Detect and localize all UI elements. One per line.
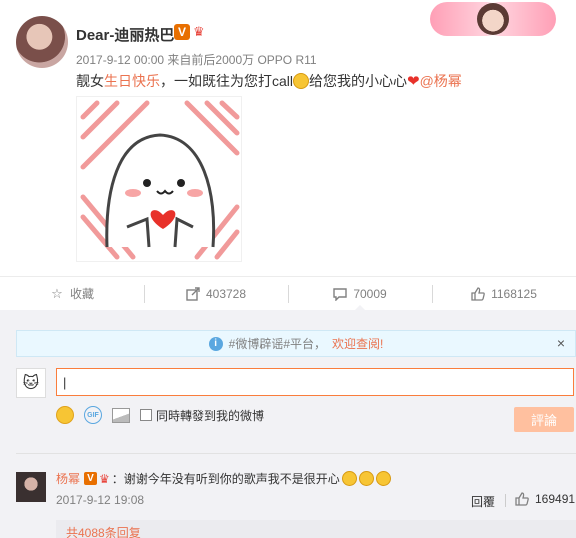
- thumbs-up-icon: [515, 492, 529, 506]
- submit-comment-button[interactable]: 評論: [514, 407, 574, 432]
- vip-crown-icon[interactable]: ♛: [193, 24, 211, 40]
- repost-icon: [186, 286, 200, 301]
- smile-icon[interactable]: [56, 406, 74, 424]
- rumor-notice-bar: i #微博辟谣#平台， 欢迎查阅! ×: [16, 330, 576, 357]
- comment-text: ：谢谢今年没有听到你的歌声我不是很开心: [111, 472, 340, 486]
- reply-button[interactable]: 回覆: [471, 493, 495, 510]
- star-icon: ☆: [51, 285, 63, 301]
- weibo-post: Dear-迪丽热巴 V ♛ 2017-9-12 00:00 来自前后2000万 …: [0, 0, 576, 276]
- repost-label: 同時轉發到我的微博: [156, 408, 265, 423]
- author-badges: V ♛: [174, 23, 211, 41]
- comment-panel: i #微博辟谣#平台， 欢迎查阅! × 🐱 GIF 同時轉發到我的微博 評論 杨…: [0, 310, 576, 538]
- comment-like-button[interactable]: 169491: [515, 492, 575, 506]
- comment-toolbar: GIF 同時轉發到我的微博: [56, 404, 264, 426]
- comment-button[interactable]: 70009: [288, 277, 432, 311]
- post-timestamp[interactable]: 2017-9-12 00:00: [76, 53, 164, 67]
- post-text-prefix: 靓女: [76, 73, 104, 89]
- decorative-card-banner[interactable]: [430, 2, 556, 36]
- author-avatar[interactable]: [16, 16, 68, 68]
- like-button[interactable]: 1168125: [432, 277, 576, 310]
- more-replies-link[interactable]: 共4088条回复: [56, 520, 576, 538]
- post-source[interactable]: 来自前后2000万 OPPO R11: [167, 53, 316, 67]
- like-count: 1168125: [491, 286, 537, 301]
- post-action-bar: ☆ 收藏 403728 70009 1168125: [0, 276, 576, 311]
- smile-emoji-icon: [375, 471, 391, 486]
- comment-divider: [16, 453, 576, 454]
- post-mention[interactable]: @杨幂: [420, 71, 462, 91]
- thumbs-up-icon: [471, 286, 485, 301]
- heart-emoji-icon: ❤: [407, 73, 420, 90]
- close-icon[interactable]: ×: [557, 335, 565, 351]
- notice-link[interactable]: 欢迎查阅!: [332, 335, 383, 352]
- gif-icon[interactable]: GIF: [84, 406, 102, 424]
- post-meta: 2017-9-12 00:00 来自前后2000万 OPPO R11: [76, 51, 317, 68]
- repost-count: 403728: [205, 286, 247, 301]
- dumpling-heart-illustration: [80, 100, 240, 260]
- comment-item: 杨幂 V ♛ ：谢谢今年没有听到你的歌声我不是很开心: [56, 470, 391, 487]
- verified-badge-icon[interactable]: V: [174, 24, 190, 40]
- smile-emoji-icon: [358, 471, 374, 486]
- comment-timestamp: 2017-9-12 19:08: [56, 493, 145, 507]
- comment-input[interactable]: [56, 368, 574, 396]
- current-user-avatar[interactable]: 🐱: [16, 368, 46, 398]
- commenter-crown-icon[interactable]: ♛: [99, 472, 110, 486]
- post-image[interactable]: [76, 96, 242, 262]
- comment-like-count: 169491: [535, 492, 576, 506]
- picture-icon[interactable]: [112, 407, 130, 423]
- smile-emoji-icon: [341, 471, 357, 486]
- post-text: 靓女 生日快乐 ，一如既往为您打call 给您我的小心心 ❤ @杨幂: [76, 71, 462, 91]
- favorite-button[interactable]: ☆ 收藏: [0, 277, 144, 310]
- post-text-middle: ，一如既往为您打call: [160, 73, 294, 89]
- post-text-highlight[interactable]: 生日快乐: [104, 71, 160, 91]
- comment-action-separator: [505, 494, 506, 507]
- commenter-verified-icon[interactable]: V: [84, 472, 98, 485]
- post-text-after-emoji: 给您我的小心心: [309, 73, 408, 89]
- favorite-label: 收藏: [69, 287, 94, 301]
- commenter-name[interactable]: 杨幂: [56, 470, 80, 487]
- notice-text: #微博辟谣#平台，: [228, 337, 326, 351]
- repost-checkbox-row[interactable]: 同時轉發到我的微博: [140, 407, 264, 424]
- decorative-card-face: [477, 3, 509, 35]
- comment-count: 70009: [353, 286, 387, 301]
- kiss-emoji-icon: [293, 73, 310, 89]
- repost-button[interactable]: 403728: [144, 277, 288, 310]
- author-name[interactable]: Dear-迪丽热巴: [76, 24, 174, 45]
- repost-checkbox[interactable]: [140, 409, 152, 421]
- commenter-avatar[interactable]: [16, 472, 46, 502]
- info-icon: i: [208, 336, 223, 351]
- comment-icon: [333, 287, 348, 301]
